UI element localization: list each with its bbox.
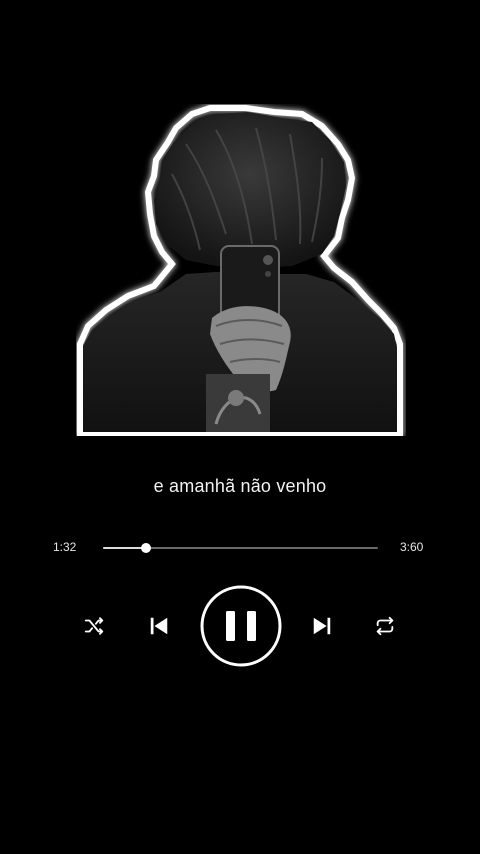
play-pause-button[interactable] bbox=[199, 584, 283, 668]
lyric-line: e amanhã não venho bbox=[153, 476, 327, 496]
seek-bar[interactable] bbox=[103, 543, 378, 553]
elapsed-time: 1:32 bbox=[53, 540, 77, 554]
repeat-button[interactable] bbox=[371, 612, 399, 640]
album-artwork bbox=[76, 104, 406, 436]
total-time: 3:60 bbox=[400, 540, 424, 554]
previous-button[interactable] bbox=[144, 611, 174, 641]
seek-bar-thumb[interactable] bbox=[140, 543, 151, 553]
shuffle-icon bbox=[84, 617, 104, 635]
repeat-icon bbox=[376, 616, 394, 636]
skip-next-icon bbox=[313, 617, 331, 635]
next-button[interactable] bbox=[307, 611, 337, 641]
shuffle-button[interactable] bbox=[80, 612, 108, 640]
seek-bar-progress bbox=[103, 547, 146, 549]
pause-icon bbox=[200, 585, 282, 667]
skip-previous-icon bbox=[150, 617, 168, 635]
